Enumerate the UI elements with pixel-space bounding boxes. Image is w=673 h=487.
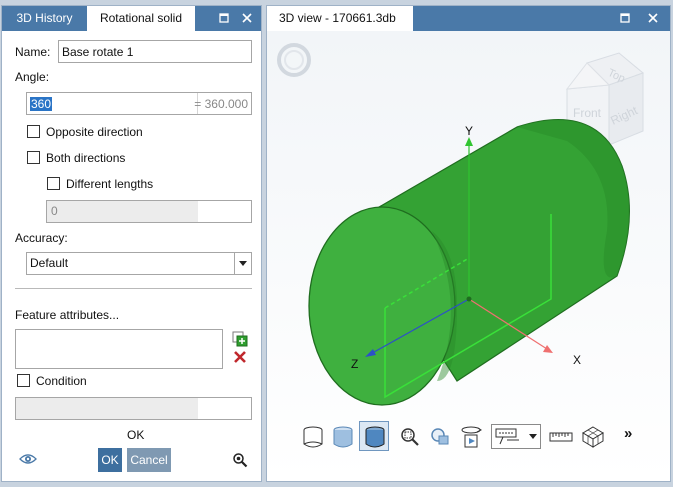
accuracy-label: Accuracy: — [15, 231, 68, 245]
wireframe-display-icon[interactable] — [301, 425, 325, 449]
view-toolbar: » — [301, 421, 666, 453]
restore-window-button[interactable] — [216, 10, 232, 26]
zoom-to-feature-button[interactable] — [232, 452, 248, 471]
tab-rotational-solid[interactable]: Rotational solid — [87, 6, 195, 31]
shaded-display-icon[interactable] — [331, 425, 355, 449]
measure-icon[interactable] — [549, 429, 573, 445]
annotation-dropdown[interactable] — [491, 424, 541, 449]
3d-viewport[interactable]: Top Front Right Y X Z » — [267, 31, 670, 481]
opposite-direction-checkbox[interactable] — [27, 125, 40, 138]
opposite-direction-label: Opposite direction — [46, 125, 143, 139]
3d-view-titlebar: 3D view - 170661.3db — [267, 6, 670, 31]
dialog-tabbar: 3D History Rotational solid — [2, 6, 261, 31]
add-attribute-button[interactable] — [232, 331, 248, 350]
annotation-icon — [495, 428, 519, 445]
y-axis-label: Y — [465, 124, 473, 138]
z-axis-label: Z — [351, 357, 358, 371]
accuracy-value: Default — [30, 256, 69, 270]
shaded-edges-display-button[interactable] — [359, 421, 389, 451]
chevron-down-icon[interactable] — [234, 253, 251, 274]
feature-attributes-list[interactable] — [15, 329, 223, 369]
length-value: 0 — [47, 201, 199, 222]
close-view-button[interactable] — [645, 10, 661, 26]
ok-status-text: OK — [127, 428, 145, 442]
length-field: 0 — [46, 200, 252, 223]
restore-icon — [219, 13, 229, 23]
divider — [15, 288, 252, 289]
cylinder-front-face[interactable] — [308, 206, 456, 406]
rotate-view-icon[interactable] — [459, 424, 483, 450]
origin-point — [466, 296, 472, 302]
condition-field — [15, 397, 252, 420]
add-attribute-icon — [232, 331, 248, 347]
3d-model[interactable]: Y X Z — [267, 31, 670, 431]
ok-button[interactable]: OK — [98, 448, 122, 472]
condition-label: Condition — [36, 374, 87, 388]
angle-label: Angle: — [15, 70, 50, 84]
both-directions-checkbox[interactable] — [27, 151, 40, 164]
toolbar-more-button[interactable]: » — [624, 425, 632, 442]
close-panel-button[interactable] — [239, 10, 255, 26]
different-lengths-checkbox[interactable] — [47, 177, 60, 190]
name-input[interactable] — [59, 41, 251, 62]
3d-view-panel: 3D view - 170661.3db Top Front Right Y X… — [266, 5, 671, 482]
feature-attributes-label: Feature attributes... — [15, 308, 120, 322]
condition-checkbox[interactable] — [17, 374, 30, 387]
different-lengths-label: Different lengths — [66, 177, 154, 191]
mesh-icon[interactable] — [581, 425, 605, 449]
zoom-icon — [233, 453, 248, 468]
delete-icon — [234, 351, 246, 363]
eye-icon — [19, 454, 37, 464]
tab-3d-history[interactable]: 3D History — [2, 6, 87, 31]
close-icon — [242, 13, 252, 23]
shaded-edges-icon — [365, 426, 385, 448]
angle-result: = 360.000 — [194, 97, 248, 111]
zoom-all-icon[interactable] — [429, 426, 451, 448]
3d-view-tab[interactable]: 3D view - 170661.3db — [267, 6, 413, 31]
angle-input-value[interactable]: 360 — [30, 97, 53, 111]
feature-dialog-panel: 3D History Rotational solid Name: Angle:… — [1, 5, 262, 482]
x-axis-label: X — [573, 353, 581, 367]
name-field[interactable] — [58, 40, 252, 63]
accuracy-select[interactable]: Default — [26, 252, 252, 275]
restore-icon — [620, 13, 630, 23]
chevron-down-icon — [529, 434, 537, 439]
cancel-button[interactable]: Cancel — [127, 448, 171, 472]
name-label: Name: — [15, 45, 51, 59]
restore-view-button[interactable] — [617, 10, 633, 26]
delete-attribute-button[interactable] — [233, 350, 247, 367]
preview-toggle[interactable] — [19, 452, 37, 469]
both-directions-label: Both directions — [46, 151, 126, 165]
close-icon — [648, 13, 658, 23]
zoom-window-icon[interactable] — [399, 426, 421, 448]
angle-field[interactable]: 360 = 360.000 — [26, 92, 252, 115]
